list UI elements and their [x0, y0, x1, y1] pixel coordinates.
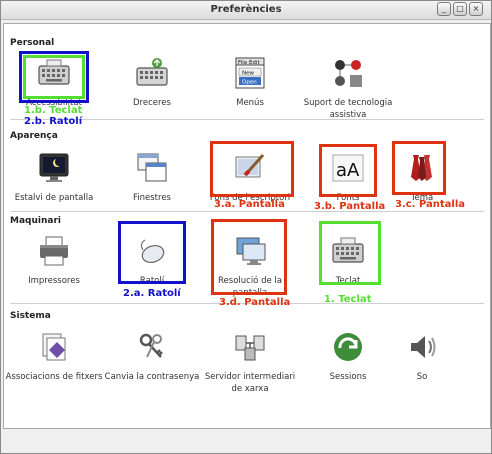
highlight-box-tema: [392, 141, 446, 195]
minimize-button[interactable]: _: [437, 2, 451, 16]
menu-file-edit-icon: File Edit New Open: [235, 57, 265, 89]
label-servidor-intermediari: Servidor intermediari de xarxa: [204, 372, 296, 394]
item-menus[interactable]: File Edit New Open Menús: [200, 56, 300, 109]
menu-mini-bar-text: File Edit: [238, 60, 260, 66]
label-impressores: Impressores: [28, 276, 80, 286]
menu-mini-open-text: Open: [242, 80, 257, 86]
label-dreceres: Dreceres: [133, 98, 171, 108]
title-bar[interactable]: Preferències _ □ ×: [1, 1, 491, 20]
shortcuts-keyboard-icon: [136, 58, 168, 86]
item-impressores[interactable]: Impressores: [4, 234, 104, 287]
item-canvia-contrasenya[interactable]: Canvia la contrasenya: [102, 330, 202, 383]
annotation-1-teclat: 1. Teclat: [324, 294, 372, 305]
windows-icon: [137, 153, 167, 182]
item-finestres[interactable]: Finestres: [102, 151, 202, 204]
menu-mini-new-text: New: [242, 71, 254, 77]
highlight-box-accessibilitat-green: [23, 55, 85, 99]
maximize-button[interactable]: □: [453, 2, 467, 16]
close-button[interactable]: ×: [469, 2, 483, 16]
section-title-aparenca: Aparença: [10, 131, 58, 141]
item-so[interactable]: So: [372, 330, 472, 383]
annotation-3a-pantalla: 3.a. Pantalla: [214, 199, 285, 210]
highlight-box-fonts: [319, 144, 377, 197]
section-title-personal: Personal: [10, 38, 55, 48]
preferences-window: Preferències _ □ × Personal Accessibilit…: [0, 0, 492, 454]
section-divider: [10, 211, 484, 212]
section-title-maquinari: Maquinari: [10, 216, 61, 226]
label-menus: Menús: [236, 98, 264, 108]
assistive-tech-icon: [335, 60, 362, 87]
sound-icon: [411, 336, 436, 358]
annotation-3c-pantalla: 3.c. Pantalla: [395, 199, 466, 210]
label-suport-tecnologia-assistiva: Suport de tecnologia assistiva: [303, 98, 393, 120]
highlight-box-ratoli: [118, 221, 186, 284]
item-servidor-intermediari[interactable]: Servidor intermediari de xarxa: [200, 330, 300, 395]
annotation-3b-pantalla: 3.b. Pantalla: [314, 201, 386, 212]
label-canvia-contrasenya: Canvia la contrasenya: [104, 372, 200, 382]
item-associacions-fitxers[interactable]: Associacions de fitxers: [4, 330, 104, 383]
annotation-2b-ratoli: 2.b. Ratolí: [24, 116, 83, 127]
label-so: So: [416, 372, 428, 382]
label-associacions-fitxers: Associacions de fitxers: [5, 372, 103, 382]
annotation-3d-pantalla: 3.d. Pantalla: [219, 297, 291, 308]
window-title: Preferències: [210, 4, 282, 15]
section-title-sistema: Sistema: [10, 311, 51, 321]
preferences-panel: Personal Accessibilitat Dreceres File Ed…: [3, 23, 491, 429]
item-suport-tecnologia-assistiva[interactable]: Suport de tecnologia assistiva: [298, 56, 398, 121]
network-proxy-icon: [235, 335, 265, 361]
annotation-1b-teclat: 1.b. Teclat: [24, 105, 83, 116]
item-estalvi-de-pantalla[interactable]: Estalvi de pantalla: [4, 151, 104, 204]
sessions-icon: [334, 333, 362, 361]
highlight-box-fons-escriptori: [210, 141, 294, 197]
screensaver-monitor-icon: [39, 153, 69, 182]
annotation-2a-ratoli: 2.a. Ratolí: [123, 288, 181, 299]
highlight-box-teclat: [319, 221, 381, 285]
highlight-box-resolucio: [211, 219, 287, 295]
printer-icon: [40, 236, 68, 266]
label-estalvi-de-pantalla: Estalvi de pantalla: [14, 193, 94, 203]
file-associations-icon: [42, 333, 66, 361]
keys-icon: [139, 333, 163, 358]
item-dreceres[interactable]: Dreceres: [102, 56, 202, 109]
label-finestres: Finestres: [133, 193, 171, 203]
window-bottom-bar: [1, 429, 491, 453]
